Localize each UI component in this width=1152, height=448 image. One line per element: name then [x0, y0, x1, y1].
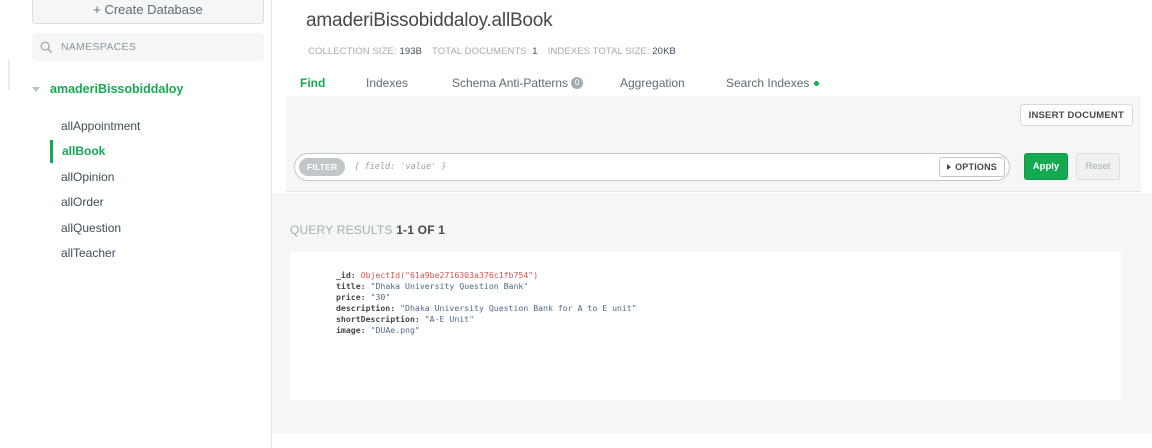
- tab-aggregation[interactable]: Aggregation: [620, 75, 726, 91]
- sidebar-item-allopinion[interactable]: allOpinion: [0, 164, 272, 190]
- sidebar-item-allbook[interactable]: allBook: [0, 139, 272, 165]
- page-title: amaderiBissobiddaloy.allBook: [306, 10, 553, 31]
- sidebar-item-allorder[interactable]: allOrder: [0, 190, 272, 216]
- field-row: _id: ObjectId("61a9be2716303a376c1fb754"…: [336, 270, 539, 280]
- field-row: image: "DUAe.png": [336, 325, 420, 335]
- database-name[interactable]: amaderiBissobiddaloy: [50, 82, 183, 96]
- sidebar-item-allteacher[interactable]: allTeacher: [0, 241, 272, 267]
- field-row: price: "30": [336, 292, 391, 302]
- options-button[interactable]: OPTIONS: [939, 157, 1005, 177]
- filter-input[interactable]: { field: 'value' }: [354, 162, 446, 172]
- stat-collection-size: COLLECTION SIZE: 193B: [308, 46, 423, 57]
- filter-badge: FILTER: [299, 158, 346, 176]
- apply-button[interactable]: Apply: [1024, 153, 1068, 180]
- results-area: QUERY RESULTS 1-1 OF 1 _id: ObjectId("61…: [272, 193, 1152, 433]
- document-card[interactable]: _id: ObjectId("61a9be2716303a376c1fb754"…: [290, 252, 1121, 400]
- search-input[interactable]: NAMESPACES: [61, 41, 136, 53]
- sidebar-item-allquestion[interactable]: allQuestion: [0, 215, 272, 241]
- field-row: title: "Dhaka University Question Bank": [336, 281, 529, 291]
- sidebar: + Create Database NAMESPACES amaderiBiss…: [0, 0, 272, 448]
- collection-stats: COLLECTION SIZE: 193B TOTAL DOCUMENTS: 1…: [308, 46, 676, 57]
- tab-schema-anti-patterns[interactable]: Schema Anti-Patterns 0: [452, 75, 620, 91]
- main-panel: amaderiBissobiddaloy.allBook COLLECTION …: [272, 0, 1152, 448]
- database-item[interactable]: amaderiBissobiddaloy: [32, 82, 183, 96]
- tab-find[interactable]: Find: [300, 75, 366, 91]
- stat-indexes-size: INDEXES TOTAL SIZE: 20KB: [547, 46, 676, 57]
- collection-list: allAppointment allBook allOpinion allOrd…: [0, 113, 272, 266]
- search-icon: [40, 41, 53, 53]
- chevron-down-icon[interactable]: [32, 86, 40, 92]
- tab-indexes[interactable]: Indexes: [366, 75, 452, 91]
- tab-search-indexes[interactable]: Search Indexes: [726, 75, 820, 91]
- collection-tabs: Find Indexes Schema Anti-Patterns 0 Aggre…: [300, 75, 820, 91]
- sidebar-edge: [8, 60, 10, 90]
- stat-total-documents: TOTAL DOCUMENTS: 1: [432, 46, 538, 57]
- query-results-label: QUERY RESULTS 1-1 OF 1: [290, 223, 446, 237]
- field-row: shortDescription: "A-E Unit": [336, 314, 475, 324]
- count-badge: 0: [571, 77, 584, 89]
- namespace-search[interactable]: NAMESPACES: [32, 33, 264, 61]
- create-database-label: + Create Database: [93, 1, 203, 17]
- status-dot-icon: [814, 80, 820, 86]
- document-fields: _id: ObjectId("61a9be2716303a376c1fb754"…: [336, 270, 637, 336]
- insert-document-button[interactable]: INSERT DOCUMENT: [1019, 104, 1133, 126]
- caret-right-icon: [947, 164, 952, 170]
- compass-window: + Create Database NAMESPACES amaderiBiss…: [0, 0, 1152, 448]
- field-row: description: "Dhaka University Question …: [336, 303, 637, 313]
- create-database-button[interactable]: + Create Database: [32, 0, 264, 24]
- filter-bar[interactable]: FILTER { field: 'value' } OPTIONS: [294, 153, 1010, 181]
- query-toolbar: INSERT DOCUMENT FILTER { field: 'value' …: [286, 96, 1141, 192]
- sidebar-item-allappointment[interactable]: allAppointment: [0, 113, 272, 139]
- reset-button[interactable]: Reset: [1076, 153, 1120, 180]
